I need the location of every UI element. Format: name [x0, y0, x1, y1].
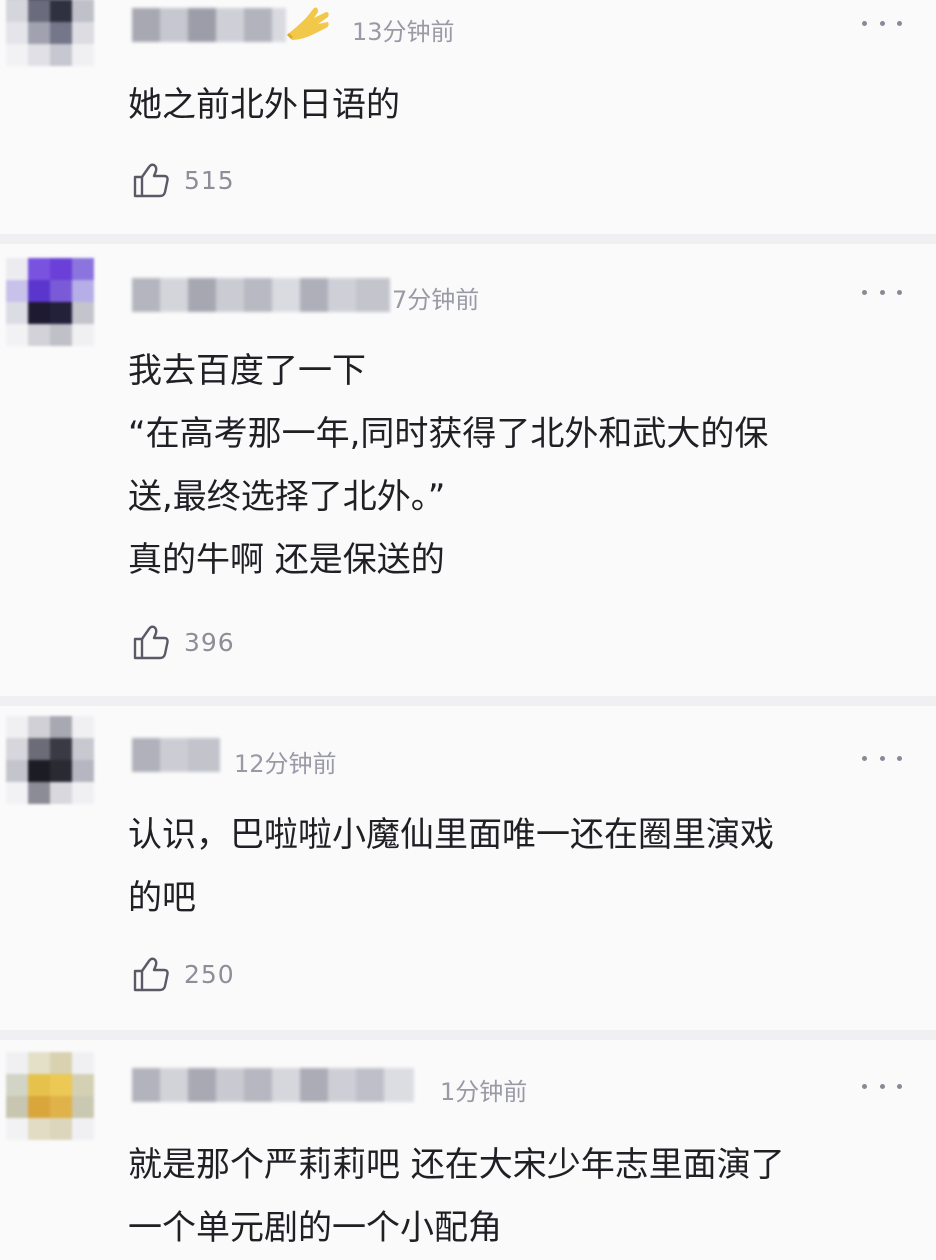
username-blurred[interactable]	[132, 1068, 414, 1102]
comment-item: 7分钟前 我去百度了一下 “在高考那一年,同时获得了北外和武大的保 送,最终选择…	[0, 244, 936, 694]
gold-hand-badge-icon	[286, 7, 329, 40]
more-dots-icon[interactable]	[862, 17, 902, 29]
like-button[interactable]: 250	[132, 954, 235, 994]
comment-text: 认识，巴啦啦小魔仙里面唯一还在圈里演戏 的吧	[128, 804, 908, 930]
divider	[0, 1030, 936, 1040]
comment-time: 13分钟前	[352, 18, 455, 46]
comment-line: 真的牛啊 还是保送的	[128, 540, 445, 580]
comment-text: 就是那个严莉莉吧 还在大宋少年志里面演了 一个单元剧的一个小配角	[128, 1134, 908, 1260]
thumbs-up-outline-icon	[133, 163, 169, 198]
more-dots-icon[interactable]	[862, 286, 902, 298]
comment-line: 就是那个严莉莉吧 还在大宋少年志里面演了	[128, 1145, 785, 1185]
comment-line: 认识，巴啦啦小魔仙里面唯一还在圈里演戏	[128, 815, 774, 855]
divider	[0, 234, 936, 244]
comment-line: 一个单元剧的一个小配角	[128, 1208, 502, 1248]
username-blurred[interactable]	[132, 8, 286, 42]
comment-line: 的吧	[128, 878, 196, 918]
comment-line: 送,最终选择了北外。”	[128, 477, 446, 517]
comment-line: “在高考那一年,同时获得了北外和武大的保	[128, 414, 769, 454]
avatar[interactable]	[6, 716, 94, 804]
comment-time: 12分钟前	[234, 750, 337, 778]
more-dots-icon[interactable]	[862, 752, 902, 764]
like-count: 396	[184, 627, 235, 657]
comment-text: 我去百度了一下 “在高考那一年,同时获得了北外和武大的保 送,最终选择了北外。”…	[128, 340, 908, 592]
comment-line: 她之前北外日语的	[128, 85, 400, 125]
avatar[interactable]	[6, 1052, 94, 1140]
username-blurred[interactable]	[132, 738, 220, 772]
username-blurred[interactable]	[132, 278, 390, 312]
like-button[interactable]: 515	[132, 160, 235, 200]
comment-time: 1分钟前	[440, 1078, 528, 1106]
comment-time: 7分钟前	[392, 286, 480, 314]
comment-item: 1分钟前 就是那个严莉莉吧 还在大宋少年志里面演了 一个单元剧的一个小配角	[0, 1040, 936, 1252]
comment-item: 12分钟前 认识，巴啦啦小魔仙里面唯一还在圈里演戏 的吧 250	[0, 706, 936, 1030]
avatar[interactable]	[6, 0, 94, 66]
comment-item: 13分钟前 她之前北外日语的 515	[0, 0, 936, 232]
thumbs-up-outline-icon	[133, 957, 169, 992]
comment-text: 她之前北外日语的	[128, 74, 908, 137]
more-dots-icon[interactable]	[862, 1080, 902, 1092]
like-count: 515	[184, 165, 235, 195]
avatar[interactable]	[6, 258, 94, 346]
comment-feed: 13分钟前 她之前北外日语的 515 7分钟前 我去百度了一下 “在高考那一年,…	[0, 0, 936, 1252]
like-button[interactable]: 396	[132, 622, 235, 662]
comment-line: 我去百度了一下	[128, 351, 366, 391]
thumbs-up-outline-icon	[133, 625, 169, 660]
like-count: 250	[184, 959, 235, 989]
divider	[0, 696, 936, 706]
